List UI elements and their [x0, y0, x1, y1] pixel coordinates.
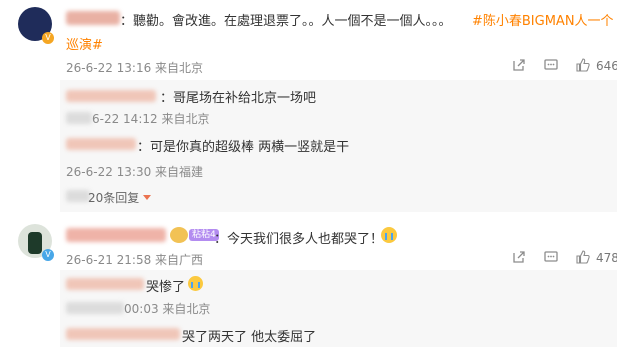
crying-emoji-icon	[381, 227, 397, 243]
reply-username-blurred[interactable]	[66, 138, 136, 150]
reply-username-blurred[interactable]	[66, 278, 144, 290]
like-icon[interactable]	[576, 58, 590, 76]
like-count: 478	[596, 251, 617, 265]
verified-badge-icon: V	[42, 32, 54, 44]
like-count: 646	[596, 59, 617, 73]
topic-hashtag[interactable]: #陈小春BIGMAN人一个	[472, 10, 614, 29]
crying-emoji-icon	[188, 276, 203, 291]
username-blurred[interactable]	[66, 11, 120, 25]
verified-badge-icon: V	[42, 249, 54, 261]
comment-text: ：今天我们很多人也都哭了！	[214, 232, 384, 247]
reply-username-blurred[interactable]	[66, 90, 156, 102]
reply-text: 哭了两天了 他太委屈了	[182, 330, 317, 345]
topic-hashtag-cont[interactable]: 巡演#	[66, 34, 103, 53]
like-icon[interactable]	[576, 250, 590, 268]
reply-timestamp: 00:03 来自北京	[124, 302, 211, 316]
fan-emoji-icon	[170, 227, 188, 243]
comment-text: ：聽勸。會改進。在處理退票了。。人一個不是一個人。。。	[120, 14, 452, 29]
share-icon[interactable]	[512, 250, 526, 268]
reply-username-blurred[interactable]	[66, 328, 180, 340]
reply-meta-blur	[66, 302, 124, 314]
comment-timestamp: 26-6-21 21:58 来自广西	[66, 253, 204, 267]
username-blurred[interactable]	[66, 228, 166, 242]
reply-text: 哭惨了	[146, 280, 186, 295]
chevron-down-icon[interactable]	[143, 195, 151, 200]
comment-icon[interactable]	[544, 250, 558, 268]
reply-text: ：哥尾场在补给北京一场吧	[160, 91, 317, 106]
reply-text: ：可是你真的超级棒 两横一竖就是干	[137, 140, 350, 155]
more-replies-link[interactable]: 20条回复	[88, 189, 139, 206]
reply-meta-blur	[66, 112, 92, 124]
reply-timestamp: 6-22 14:12 来自北京	[92, 112, 210, 126]
comment-icon[interactable]	[544, 58, 558, 76]
reply-timestamp: 26-6-22 13:30 来自福建	[66, 165, 204, 179]
share-icon[interactable]	[512, 58, 526, 76]
more-replies-blur	[66, 190, 90, 202]
comment-timestamp: 26-6-22 13:16 来自北京	[66, 61, 204, 75]
